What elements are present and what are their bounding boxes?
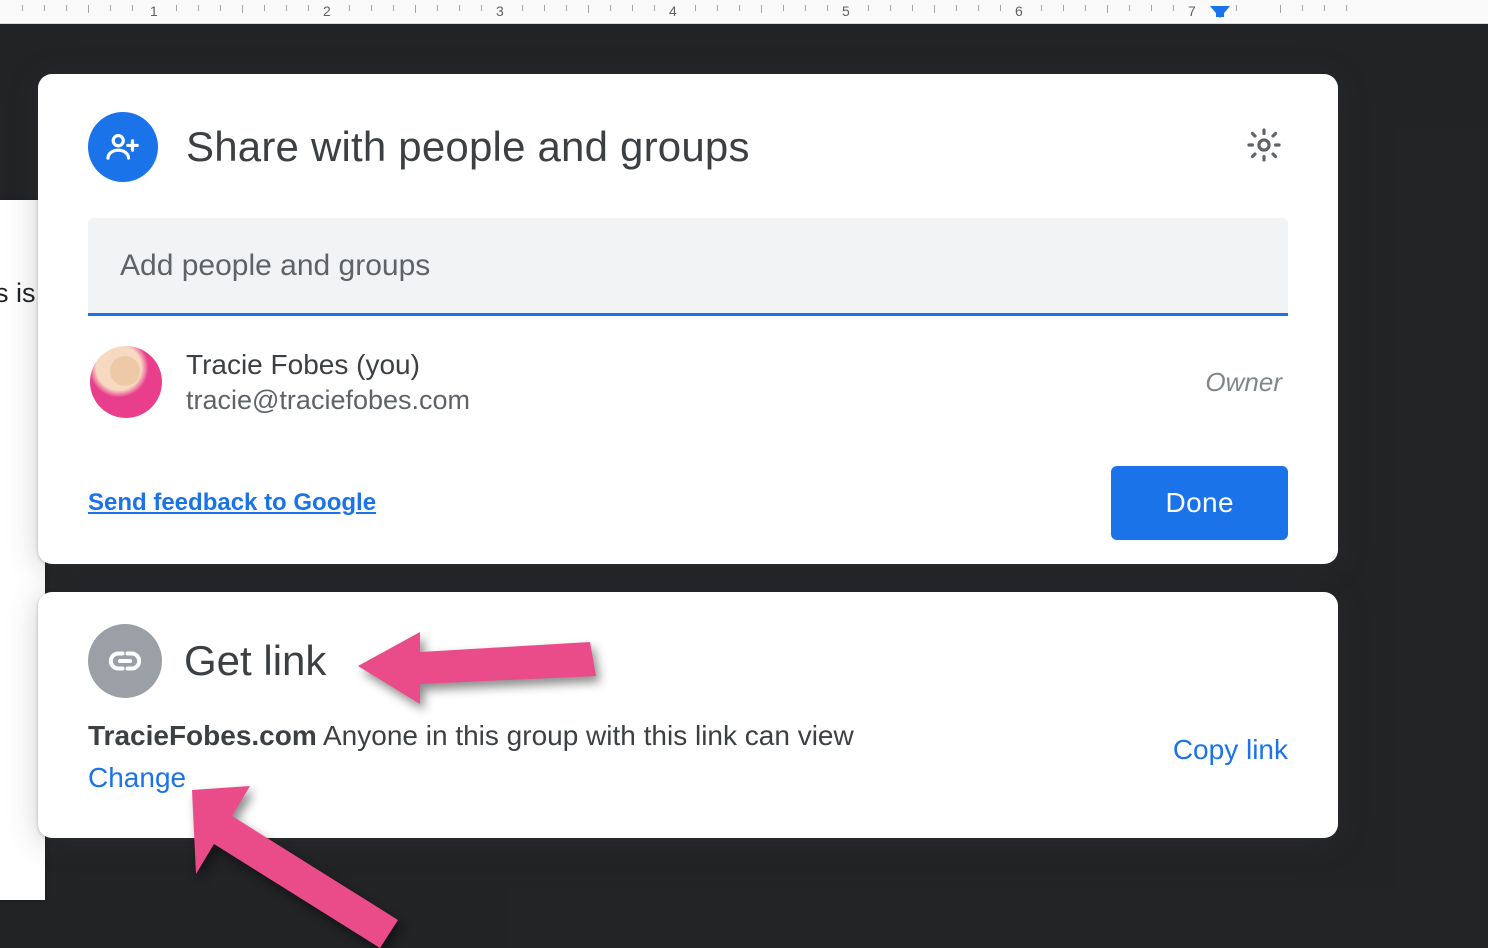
share-dialog: Share with people and groups Tracie Fobe… <box>38 74 1338 564</box>
send-feedback-link[interactable]: Send feedback to Google <box>88 489 376 517</box>
link-icon <box>88 624 162 698</box>
ruler: 1 2 3 4 5 6 7 <box>0 0 1488 24</box>
ruler-num: 3 <box>496 3 504 19</box>
hanging-indent-icon[interactable] <box>1216 9 1226 19</box>
gear-icon <box>1245 126 1283 169</box>
ruler-num: 7 <box>1188 3 1196 19</box>
person-role: Owner <box>1205 367 1282 398</box>
add-people-input[interactable] <box>118 248 1258 284</box>
ruler-num: 2 <box>323 3 331 19</box>
avatar <box>90 346 162 418</box>
share-dialog-title: Share with people and groups <box>186 123 1240 171</box>
done-button[interactable]: Done <box>1111 466 1288 540</box>
ruler-num: 4 <box>669 3 677 19</box>
link-domain: TracieFobes.com <box>88 720 317 751</box>
copy-link-button[interactable]: Copy link <box>1173 734 1288 766</box>
change-link-access-button[interactable]: Change <box>88 762 186 794</box>
get-link-title: Get link <box>184 637 326 685</box>
add-people-field[interactable] <box>88 218 1288 316</box>
share-settings-button[interactable] <box>1240 123 1288 171</box>
person-add-icon <box>88 112 158 182</box>
page-text-fragment: s is <box>0 278 36 308</box>
link-description: TracieFobes.com Anyone in this group wit… <box>88 720 1173 752</box>
ruler-num: 1 <box>150 3 158 19</box>
ruler-num: 5 <box>842 3 850 19</box>
person-name: Tracie Fobes (you) <box>186 349 1205 381</box>
get-link-panel: Get link TracieFobes.com Anyone in this … <box>38 592 1338 838</box>
person-email: tracie@traciefobes.com <box>186 385 1205 416</box>
share-person-row: Tracie Fobes (you) tracie@traciefobes.co… <box>88 346 1288 418</box>
ruler-num: 6 <box>1015 3 1023 19</box>
link-description-rest: Anyone in this group with this link can … <box>317 720 854 751</box>
